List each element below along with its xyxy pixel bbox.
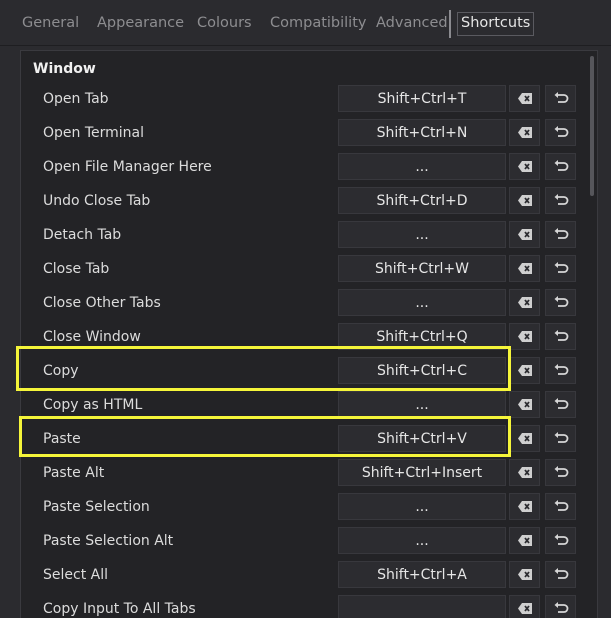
shortcut-row: Close Window Shift+Ctrl+Q (21, 320, 597, 354)
clear-shortcut-button[interactable] (509, 527, 540, 554)
reset-shortcut-button[interactable] (545, 527, 576, 554)
clear-shortcut-button[interactable] (509, 459, 540, 486)
clear-shortcut-button[interactable] (509, 119, 540, 146)
clear-shortcut-button[interactable] (509, 391, 540, 418)
shortcut-row: Close Tab Shift+Ctrl+W (21, 252, 597, 286)
reset-shortcut-button[interactable] (545, 357, 576, 384)
reset-shortcut-button[interactable] (545, 187, 576, 214)
reset-shortcut-button[interactable] (545, 425, 576, 452)
clear-shortcut-button[interactable] (509, 561, 540, 588)
shortcut-label: Detach Tab (43, 227, 122, 243)
shortcut-row: Undo Close Tab Shift+Ctrl+D (21, 184, 597, 218)
shortcut-key-field[interactable]: Shift+Ctrl+Q (338, 323, 506, 350)
reset-shortcut-button[interactable] (545, 255, 576, 282)
shortcut-key-field[interactable]: ... (338, 289, 506, 316)
shortcut-row: Open Tab Shift+Ctrl+T (21, 82, 597, 116)
reset-shortcut-button[interactable] (545, 595, 576, 618)
shortcut-row: Paste Selection Alt... (21, 524, 597, 558)
shortcut-key-field[interactable]: Shift+Ctrl+V (338, 425, 506, 452)
shortcut-row: Paste Shift+Ctrl+V (21, 422, 597, 456)
shortcut-key-field[interactable]: Shift+Ctrl+C (338, 357, 506, 384)
shortcut-label: Open Terminal (43, 125, 145, 141)
shortcut-key-field[interactable]: Shift+Ctrl+D (338, 187, 506, 214)
clear-shortcut-button[interactable] (509, 221, 540, 248)
clear-shortcut-button[interactable] (509, 425, 540, 452)
clear-shortcut-button[interactable] (509, 357, 540, 384)
tab-general[interactable]: General (22, 0, 79, 45)
group-title: Window (33, 61, 96, 77)
shortcut-key-field[interactable]: ... (338, 221, 506, 248)
reset-shortcut-button[interactable] (545, 221, 576, 248)
clear-shortcut-button[interactable] (509, 595, 540, 618)
shortcut-label: Undo Close Tab (43, 193, 151, 209)
reset-shortcut-button[interactable] (545, 85, 576, 112)
reset-shortcut-button[interactable] (545, 323, 576, 350)
shortcut-row: Copy as HTML... (21, 388, 597, 422)
shortcut-row: Copy Shift+Ctrl+C (21, 354, 597, 388)
shortcut-row: Copy Input To All Tabs (21, 592, 597, 618)
scrollbar[interactable] (590, 56, 594, 196)
shortcuts-panel: Window Open Tab Shift+Ctrl+T Open Terminal… (20, 50, 598, 618)
tab-colours[interactable]: Colours (197, 0, 252, 45)
tab-appearance[interactable]: Appearance (97, 0, 184, 45)
shortcut-key-field[interactable]: ... (338, 153, 506, 180)
shortcut-label: Paste Selection Alt (43, 533, 174, 549)
clear-shortcut-button[interactable] (509, 493, 540, 520)
shortcut-label: Paste Alt (43, 465, 105, 481)
tab-compatibility[interactable]: Compatibility (270, 0, 366, 45)
shortcut-label: Close Tab (43, 261, 110, 277)
shortcut-label: Open Tab (43, 91, 109, 107)
shortcut-key-field[interactable]: Shift+Ctrl+T (338, 85, 506, 112)
shortcut-label: Copy as HTML (43, 397, 143, 413)
shortcut-row: Open Terminal Shift+Ctrl+N (21, 116, 597, 150)
shortcut-row: Close Other Tabs... (21, 286, 597, 320)
shortcut-key-field[interactable]: Shift+Ctrl+Insert (338, 459, 506, 486)
tab-shortcuts[interactable]: Shortcuts (457, 0, 535, 45)
shortcut-row: Open File Manager Here... (21, 150, 597, 184)
reset-shortcut-button[interactable] (545, 289, 576, 316)
shortcut-label: Open File Manager Here (43, 159, 212, 175)
tab-advanced[interactable]: Advanced (376, 0, 448, 45)
shortcut-label: Close Other Tabs (43, 295, 161, 311)
shortcut-key-field[interactable] (338, 595, 506, 618)
shortcut-key-field[interactable]: Shift+Ctrl+N (338, 119, 506, 146)
preferences-window: General Appearance Colours Compatibility… (0, 0, 611, 618)
shortcut-key-field[interactable]: ... (338, 493, 506, 520)
shortcut-label: Copy (43, 363, 79, 379)
reset-shortcut-button[interactable] (545, 459, 576, 486)
shortcut-key-field[interactable]: Shift+Ctrl+W (338, 255, 506, 282)
shortcut-label: Copy Input To All Tabs (43, 601, 196, 617)
tab-bar: General Appearance Colours Compatibility… (0, 0, 611, 46)
shortcut-row: Detach Tab... (21, 218, 597, 252)
shortcut-label: Paste (43, 431, 81, 447)
shortcut-key-field[interactable]: ... (338, 527, 506, 554)
shortcut-label: Select All (43, 567, 108, 583)
clear-shortcut-button[interactable] (509, 323, 540, 350)
reset-shortcut-button[interactable] (545, 391, 576, 418)
clear-shortcut-button[interactable] (509, 85, 540, 112)
reset-shortcut-button[interactable] (545, 493, 576, 520)
shortcut-list: Open Tab Shift+Ctrl+T Open Terminal Shift+C… (21, 82, 597, 618)
tab-separator (449, 10, 451, 38)
reset-shortcut-button[interactable] (545, 561, 576, 588)
clear-shortcut-button[interactable] (509, 289, 540, 316)
shortcut-row: Select All Shift+Ctrl+A (21, 558, 597, 592)
shortcut-label: Paste Selection (43, 499, 150, 515)
shortcut-key-field[interactable]: ... (338, 391, 506, 418)
clear-shortcut-button[interactable] (509, 255, 540, 282)
shortcut-key-field[interactable]: Shift+Ctrl+A (338, 561, 506, 588)
reset-shortcut-button[interactable] (545, 153, 576, 180)
shortcut-row: Paste Selection... (21, 490, 597, 524)
clear-shortcut-button[interactable] (509, 153, 540, 180)
reset-shortcut-button[interactable] (545, 119, 576, 146)
clear-shortcut-button[interactable] (509, 187, 540, 214)
shortcut-label: Close Window (43, 329, 141, 345)
shortcut-row: Paste Alt Shift+Ctrl+Insert (21, 456, 597, 490)
